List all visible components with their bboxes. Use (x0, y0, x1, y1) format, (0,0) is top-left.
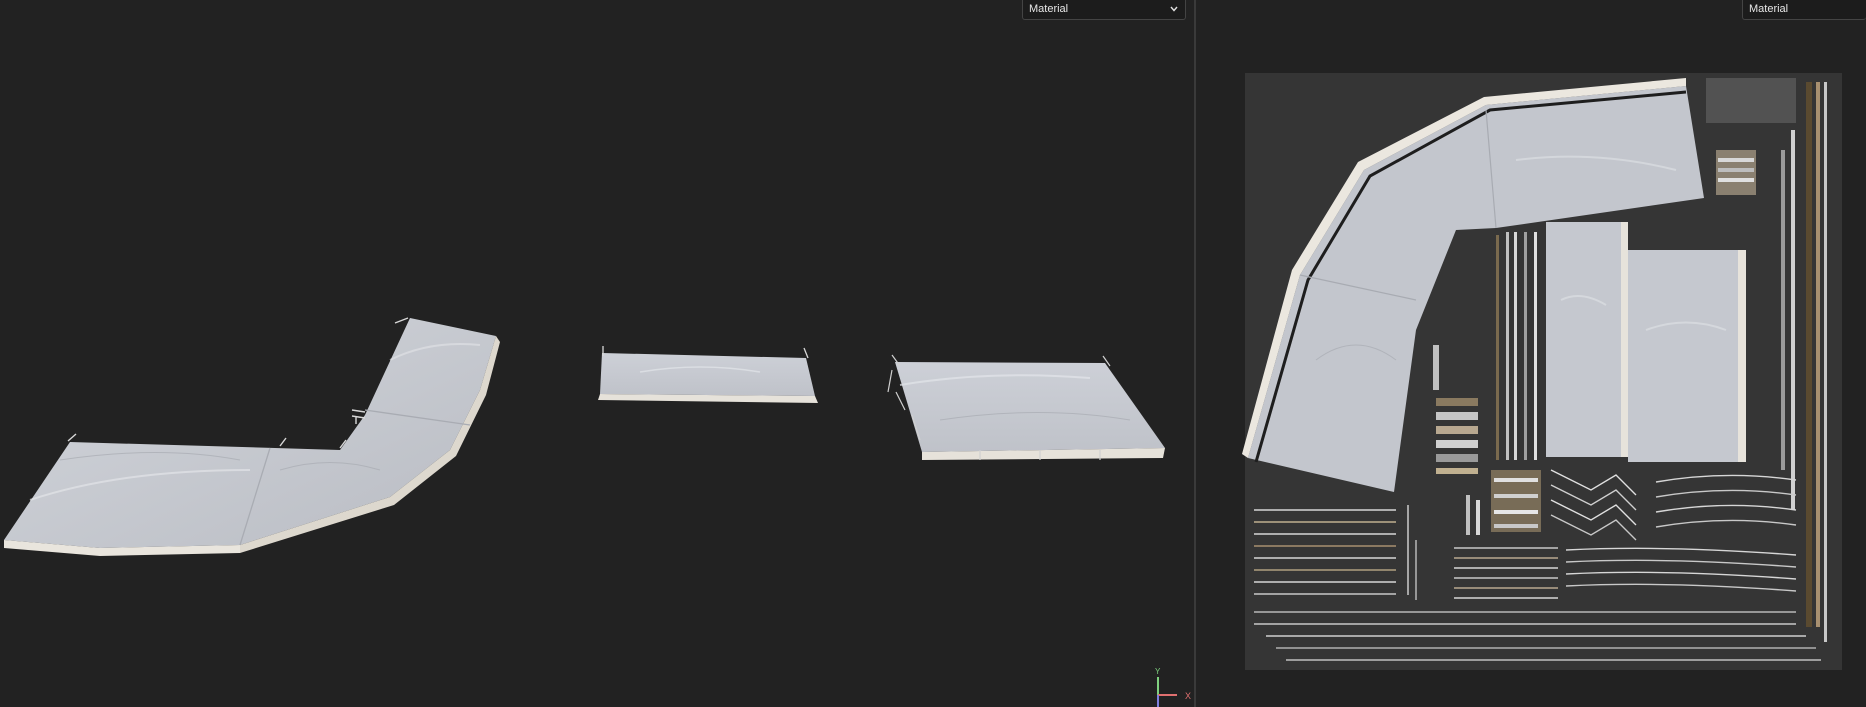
scene-canvas[interactable]: Y X (0, 0, 1194, 707)
editor-app: Y X Material Material (0, 0, 1866, 707)
left-mode-select[interactable]: Material (1022, 0, 1186, 20)
gizmo-y-label: Y (1155, 667, 1161, 676)
chevron-down-icon (1170, 6, 1178, 12)
right-mode-select[interactable]: Material (1742, 0, 1866, 20)
right-mode-select-value: Material (1749, 3, 1789, 15)
left-mode-select-value: Material (1029, 3, 1069, 15)
mesh-right-cloth[interactable] (887, 354, 1165, 460)
uv-canvas[interactable] (1196, 0, 1866, 707)
viewport-3d[interactable]: Y X Material (0, 0, 1194, 707)
mesh-center-cloth[interactable] (598, 346, 818, 403)
viewport-uv[interactable]: Material (1196, 0, 1866, 707)
mesh-l-shaped-cloth[interactable] (4, 317, 500, 556)
axis-gizmo-icon: Y X (1155, 667, 1191, 707)
gizmo-x-label: X (1185, 691, 1191, 701)
